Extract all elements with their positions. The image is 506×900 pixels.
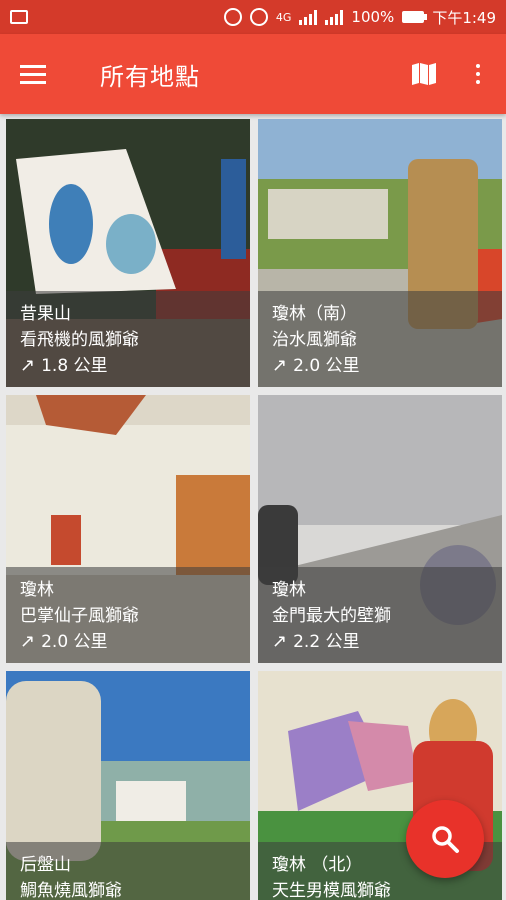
place-info: 昔果山 看飛機的風獅爺 ↗ 1.8 公里 [6,291,250,387]
place-distance: ↗ 2.2 公里 [272,629,488,655]
status-bar: 4G 100% 下午1:49 [0,0,506,34]
place-card[interactable]: 瓊林 巴掌仙子風獅爺 ↗ 2.0 公里 [6,395,250,663]
signal-icon-2 [325,9,344,25]
place-area: 瓊林（南） [272,304,357,324]
app-bar: 所有地點 [0,34,506,114]
place-name: 金門最大的壁獅 [272,606,391,626]
hamburger-icon [20,64,46,68]
place-area: 后盤山 [20,855,71,875]
place-card[interactable]: 瓊林 金門最大的壁獅 ↗ 2.2 公里 [258,395,502,663]
place-distance: ↗ 2.0 公里 [20,629,236,655]
location-icon [223,8,242,26]
place-info: 瓊林（南） 治水風獅爺 ↗ 2.0 公里 [258,291,502,387]
place-distance: ↗ 2.0 公里 [272,353,488,379]
more-vert-icon[interactable] [476,64,480,84]
place-info: 瓊林 巴掌仙子風獅爺 ↗ 2.0 公里 [6,567,250,663]
arrow-northeast-icon: ↗ [20,355,36,376]
clock: 下午1:49 [432,8,496,27]
network-type: 4G [275,10,292,24]
place-name: 治水風獅爺 [272,330,357,350]
place-area: 瓊林 [20,580,54,600]
battery-icon [402,11,428,23]
place-card[interactable]: 瓊林（南） 治水風獅爺 ↗ 2.0 公里 [258,119,502,387]
arrow-northeast-icon: ↗ [20,631,36,652]
map-icon[interactable] [410,62,438,86]
search-icon [432,826,459,853]
gallery-notification-icon [10,10,28,24]
place-name: 巴掌仙子風獅爺 [20,606,139,626]
place-distance: ↗ 1.8 公里 [20,353,236,379]
distance-label: 1.8 公里 [41,356,108,376]
distance-label: 2.2 公里 [293,632,360,652]
distance-label: 2.0 公里 [41,632,108,652]
place-name: 看飛機的風獅爺 [20,330,139,350]
place-name: 鯛魚燒風獅爺 [20,881,122,900]
search-button[interactable] [406,800,484,878]
arrow-northeast-icon: ↗ [272,631,288,652]
battery-level: 100% [351,8,395,26]
place-info: 瓊林 金門最大的壁獅 ↗ 2.2 公里 [258,567,502,663]
place-card[interactable]: 后盤山 鯛魚燒風獅爺 [6,671,250,900]
sync-icon [249,8,268,26]
menu-button[interactable] [20,54,60,94]
place-area: 瓊林 [272,580,306,600]
place-card[interactable]: 昔果山 看飛機的風獅爺 ↗ 1.8 公里 [6,119,250,387]
signal-icon [299,9,318,25]
place-info: 后盤山 鯛魚燒風獅爺 [6,842,250,900]
page-title: 所有地點 [100,62,200,91]
place-name: 天生男模風獅爺 [272,881,391,900]
distance-label: 2.0 公里 [293,356,360,376]
place-area: 昔果山 [20,304,71,324]
arrow-northeast-icon: ↗ [272,355,288,376]
